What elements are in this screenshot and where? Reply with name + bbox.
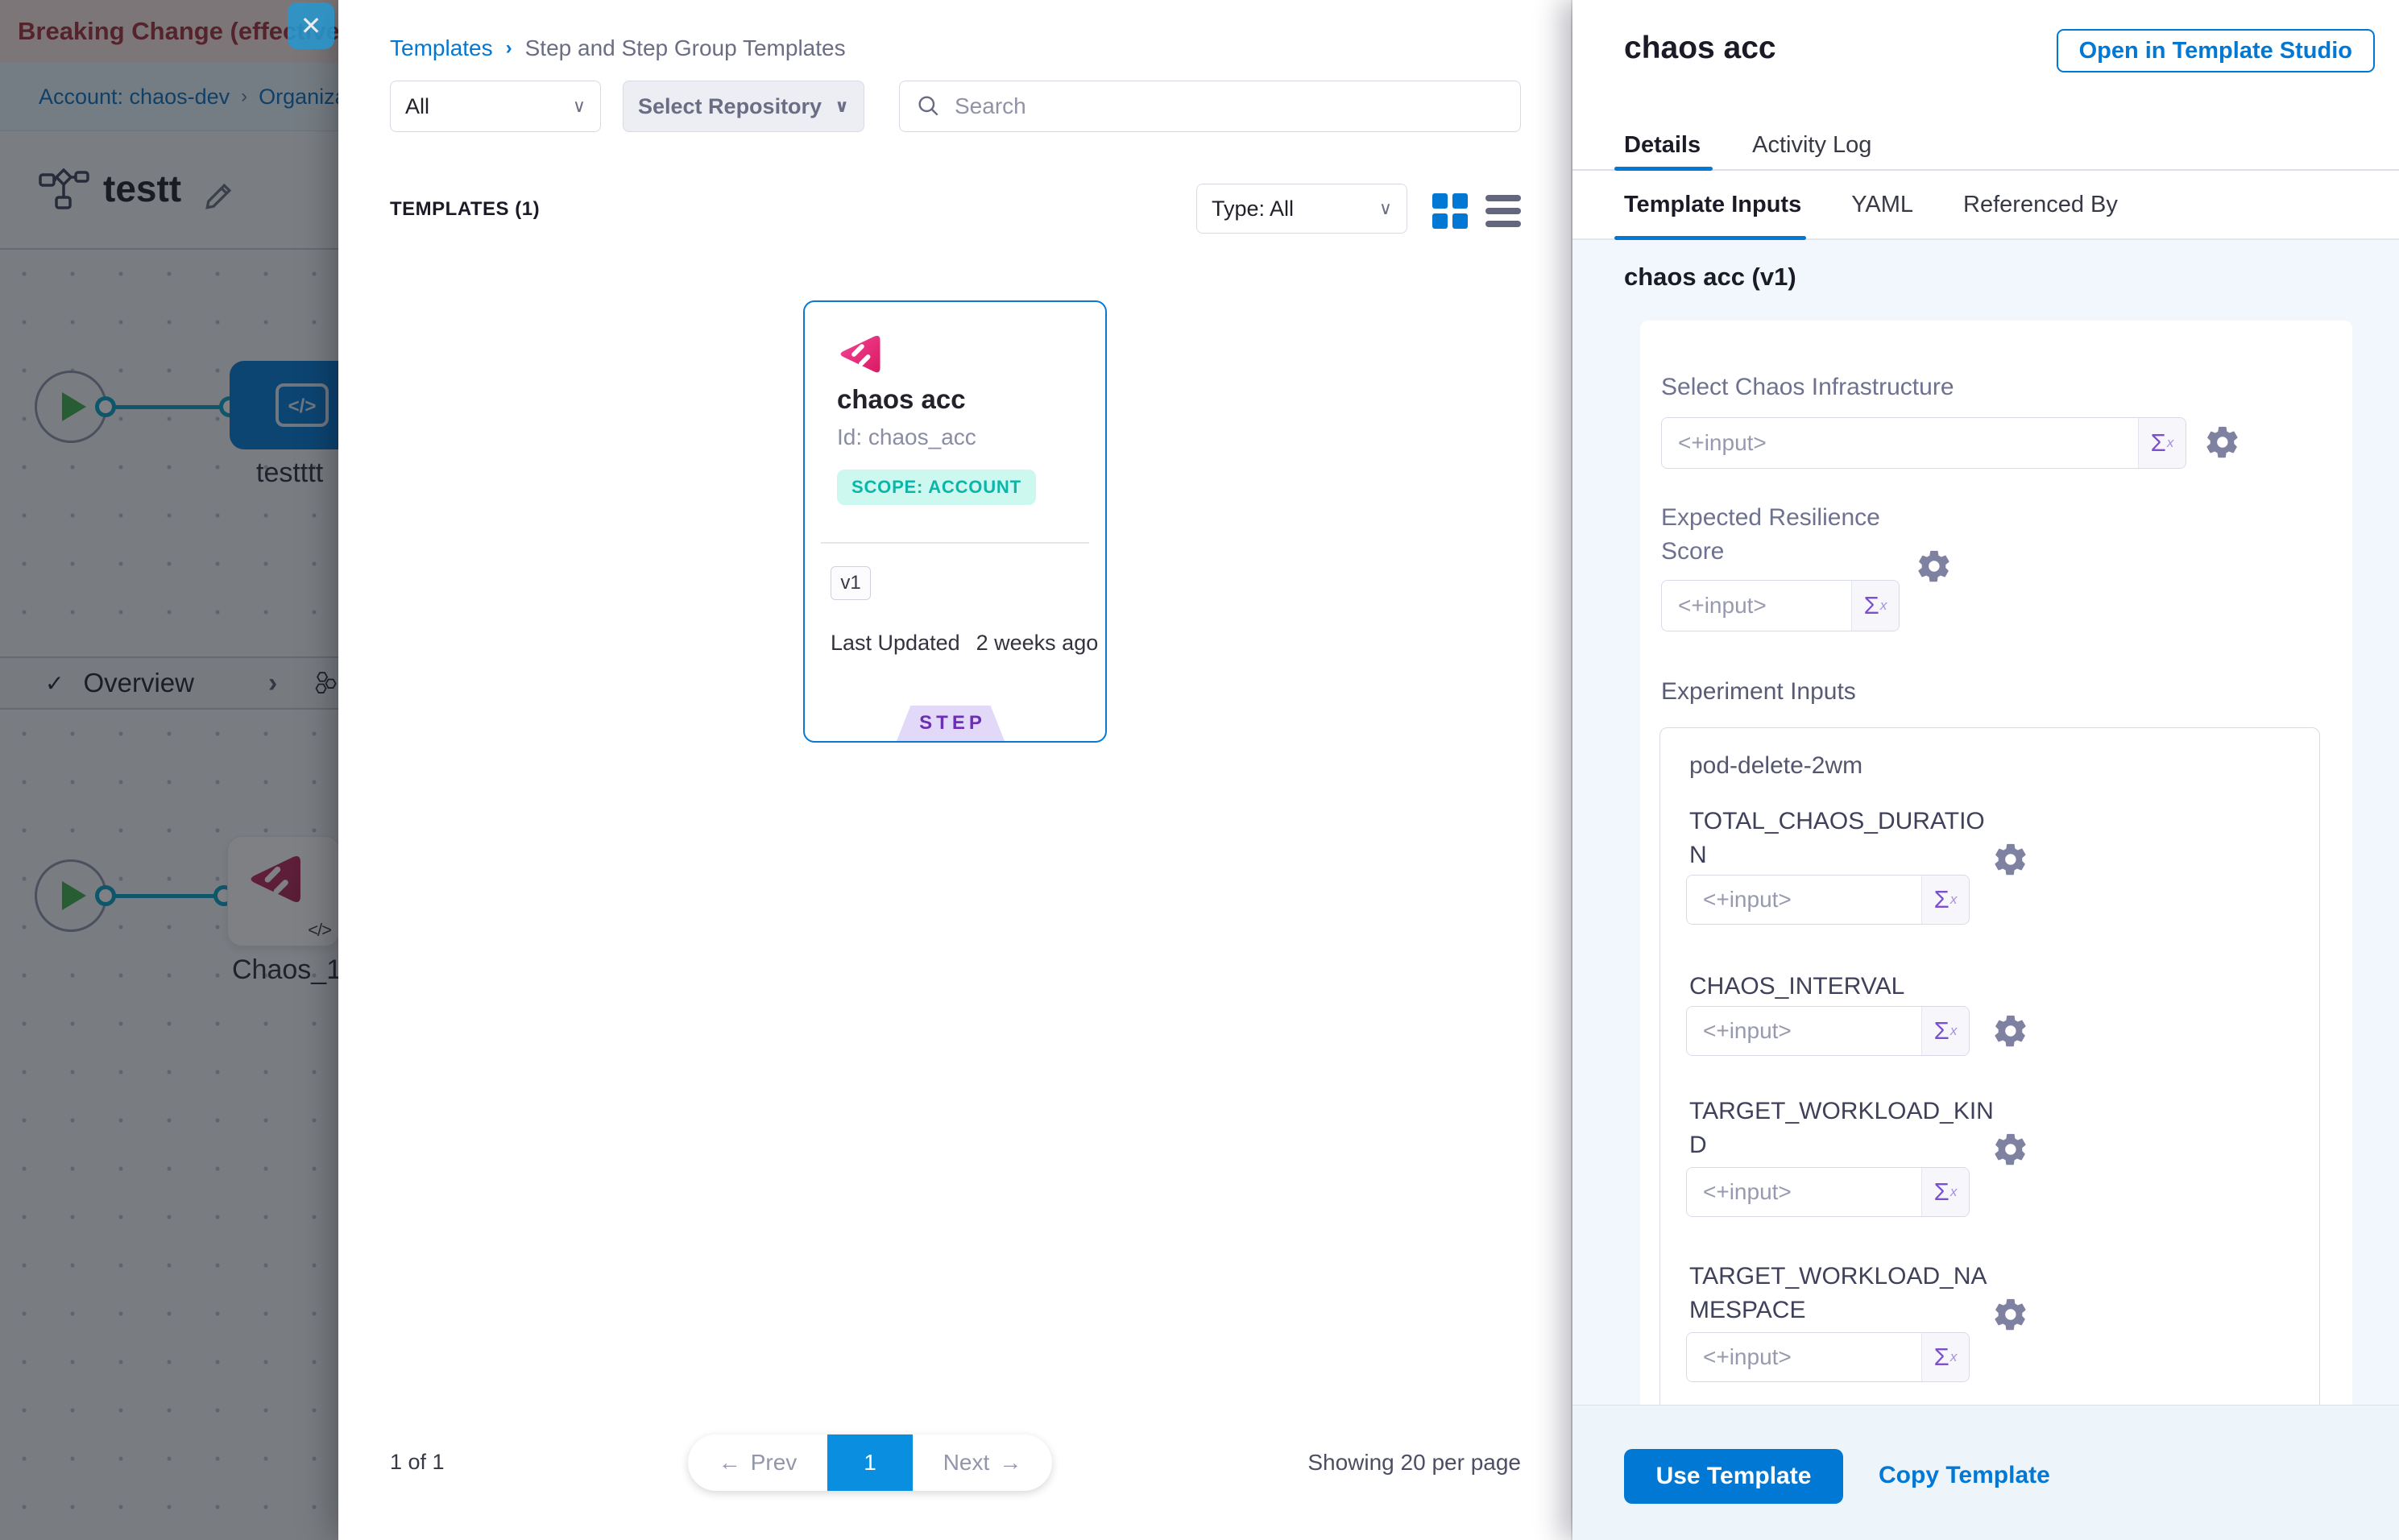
last-updated-label: Last Updated bbox=[831, 631, 960, 656]
search-icon bbox=[916, 93, 942, 119]
template-search bbox=[899, 81, 1521, 132]
scope-filter-value: All bbox=[405, 94, 429, 119]
runtime-input-value[interactable]: <+input> bbox=[1687, 1007, 1922, 1055]
field-label: CHAOS_INTERVAL bbox=[1689, 970, 1999, 1004]
modal-backdrop[interactable] bbox=[0, 0, 338, 1540]
card-divider bbox=[821, 542, 1089, 544]
expression-sigma-button[interactable]: Σx bbox=[1922, 876, 1969, 924]
active-subtab-underline bbox=[1614, 236, 1806, 240]
pagination: ← Prev 1 Next → bbox=[688, 1434, 1052, 1491]
field-label: TARGET_WORKLOAD_NAMESPACE bbox=[1689, 1260, 1999, 1327]
chaos-logo-icon bbox=[837, 333, 882, 376]
resilience-runtime-input[interactable]: <+input> Σx bbox=[1661, 580, 1900, 631]
scope-filter-select[interactable]: All ∨ bbox=[390, 81, 601, 132]
open-in-template-studio-button[interactable]: Open in Template Studio bbox=[2057, 29, 2375, 72]
template-selector-dialog: Templates › Step and Step Group Template… bbox=[338, 0, 1571, 1540]
grid-view-button[interactable] bbox=[1432, 193, 1468, 229]
prev-page-button[interactable]: ← Prev bbox=[688, 1434, 827, 1491]
settings-gear-icon[interactable] bbox=[1992, 1296, 2029, 1333]
subtab-yaml[interactable]: YAML bbox=[1851, 192, 1913, 218]
copy-template-link[interactable]: Copy Template bbox=[1879, 1462, 2050, 1489]
runtime-input-value[interactable]: <+input> bbox=[1662, 418, 2139, 468]
type-filter-select[interactable]: Type: All ∨ bbox=[1196, 184, 1407, 234]
type-filter-value: Type: All bbox=[1212, 197, 1294, 221]
template-card-chaos-acc[interactable]: chaos acc Id: chaos_acc SCOPE: ACCOUNT v… bbox=[803, 300, 1107, 743]
field-runtime-input[interactable]: <+input> Σx bbox=[1686, 1332, 1970, 1382]
per-page-label: Showing 20 per page bbox=[1307, 1450, 1521, 1476]
breadcrumb-current: Step and Step Group Templates bbox=[525, 35, 846, 61]
drawer-subtabs: Template Inputs YAML Referenced By bbox=[1572, 171, 2399, 240]
current-page-button[interactable]: 1 bbox=[827, 1434, 913, 1491]
experiment-group-name: pod-delete-2wm bbox=[1689, 752, 1862, 780]
last-updated-value: 2 weeks ago bbox=[976, 631, 1099, 656]
field-runtime-input[interactable]: <+input> Σx bbox=[1686, 875, 1970, 925]
expression-sigma-button[interactable]: Σx bbox=[1922, 1333, 1969, 1381]
close-icon: ✕ bbox=[300, 10, 322, 41]
settings-gear-icon[interactable] bbox=[1992, 841, 2029, 878]
pipeline-editor-background: Breaking Change (effective F Account: ch… bbox=[0, 0, 338, 1540]
use-template-button[interactable]: Use Template bbox=[1624, 1449, 1843, 1504]
experiment-inputs-label: Experiment Inputs bbox=[1661, 675, 1856, 709]
runtime-input-value[interactable]: <+input> bbox=[1687, 876, 1922, 924]
template-details-drawer: chaos acc Open in Template Studio Detail… bbox=[1572, 0, 2399, 1540]
expression-sigma-button[interactable]: Σx bbox=[2139, 418, 2186, 468]
arrow-left-icon: ← bbox=[719, 1450, 741, 1476]
repository-filter-value: Select Repository bbox=[638, 94, 822, 119]
tab-activity-log[interactable]: Activity Log bbox=[1752, 132, 1871, 159]
next-page-button[interactable]: Next → bbox=[913, 1434, 1052, 1491]
infra-runtime-input[interactable]: <+input> Σx bbox=[1661, 417, 2186, 469]
version-chip: v1 bbox=[831, 566, 871, 600]
tab-details[interactable]: Details bbox=[1624, 132, 1701, 159]
list-view-button[interactable] bbox=[1485, 193, 1521, 229]
arrow-right-icon: → bbox=[999, 1450, 1021, 1476]
field-runtime-input[interactable]: <+input> Σx bbox=[1686, 1006, 1970, 1056]
settings-gear-icon[interactable] bbox=[1916, 548, 1953, 585]
template-inputs-panel: chaos acc (v1) Select Chaos Infrastructu… bbox=[1572, 240, 2399, 1405]
chevron-down-icon: ∨ bbox=[835, 96, 849, 117]
repository-filter-select[interactable]: Select Repository ∨ bbox=[623, 81, 864, 132]
drawer-footer: Use Template Copy Template bbox=[1572, 1405, 2399, 1540]
experiment-inputs-card: pod-delete-2wm TOTAL_CHAOS_DURATION <+in… bbox=[1659, 727, 2320, 1405]
template-card-id: Id: chaos_acc bbox=[837, 424, 976, 450]
template-inputs-form: Select Chaos Infrastructure <+input> Σx … bbox=[1640, 321, 2352, 1405]
runtime-input-value[interactable]: <+input> bbox=[1662, 581, 1852, 631]
drawer-title: chaos acc bbox=[1624, 31, 1776, 66]
runtime-input-value[interactable]: <+input> bbox=[1687, 1333, 1922, 1381]
breadcrumb-templates-link[interactable]: Templates bbox=[390, 35, 493, 61]
field-runtime-input[interactable]: <+input> Σx bbox=[1686, 1167, 1970, 1217]
field-label: TARGET_WORKLOAD_KIND bbox=[1689, 1095, 1999, 1162]
settings-gear-icon[interactable] bbox=[1992, 1012, 2029, 1049]
chevron-down-icon: ∨ bbox=[573, 96, 586, 117]
breadcrumb-chevron-icon: › bbox=[493, 37, 525, 60]
search-input[interactable] bbox=[955, 93, 1504, 119]
subtab-template-inputs[interactable]: Template Inputs bbox=[1624, 192, 1801, 218]
active-tab-underline bbox=[1614, 167, 1713, 171]
expression-sigma-button[interactable]: Σx bbox=[1922, 1007, 1969, 1055]
template-card-title: chaos acc bbox=[837, 384, 966, 415]
scope-badge: SCOPE: ACCOUNT bbox=[837, 470, 1036, 505]
infra-field-label: Select Chaos Infrastructure bbox=[1661, 371, 1954, 404]
expression-sigma-button[interactable]: Σx bbox=[1852, 581, 1899, 631]
expression-sigma-button[interactable]: Σx bbox=[1922, 1168, 1969, 1216]
resilience-field-label: Expected Resilience Score bbox=[1661, 501, 1895, 569]
templates-count-label: TEMPLATES (1) bbox=[390, 198, 540, 221]
settings-gear-icon[interactable] bbox=[1992, 1131, 2029, 1168]
template-type-tag: STEP bbox=[897, 706, 1005, 741]
subtab-referenced-by[interactable]: Referenced By bbox=[1963, 192, 2118, 218]
page-info: 1 of 1 bbox=[390, 1450, 445, 1475]
close-dialog-button[interactable]: ✕ bbox=[288, 2, 334, 49]
runtime-input-value[interactable]: <+input> bbox=[1687, 1168, 1922, 1216]
drawer-tabs: Details Activity Log bbox=[1572, 121, 2399, 171]
app-root: Breaking Change (effective F Account: ch… bbox=[0, 0, 2399, 1540]
field-label: TOTAL_CHAOS_DURATION bbox=[1689, 805, 1999, 872]
template-version-heading: chaos acc (v1) bbox=[1624, 263, 1796, 292]
settings-gear-icon[interactable] bbox=[2204, 424, 2241, 461]
dialog-breadcrumb: Templates › Step and Step Group Template… bbox=[390, 35, 846, 61]
chevron-down-icon: ∨ bbox=[1379, 198, 1392, 219]
